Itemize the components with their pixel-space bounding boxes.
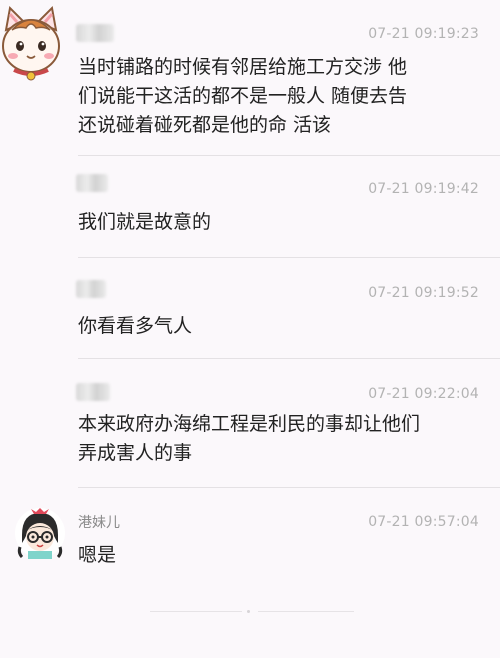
message-text: 嗯是 — [78, 544, 117, 566]
message-timestamp: 07-21 09:22:04 — [368, 386, 479, 402]
sender-name-blurred — [76, 24, 114, 42]
message-item: 07-21 09:22:04 本来政府办海绵工程是利民的事却让他们 弄成害人的事 — [0, 359, 500, 488]
cat-avatar-icon[interactable] — [0, 0, 62, 84]
message-text: 我们就是故意的 — [78, 211, 212, 233]
sender-name: 港妹儿 — [78, 515, 120, 531]
message-text: 你看看多气人 — [78, 315, 193, 337]
message-timestamp: 07-21 09:19:23 — [368, 26, 479, 42]
girl-avatar-icon[interactable] — [14, 507, 66, 559]
message-item: 07-21 09:19:52 你看看多气人 — [0, 258, 500, 359]
message-timestamp: 07-21 09:19:52 — [368, 285, 479, 301]
message-item: 07-21 09:19:23 当时铺路的时候有邻居给施工方交涉 他 们说能干这活… — [0, 0, 500, 156]
message-timestamp: 07-21 09:19:42 — [368, 181, 479, 197]
message-timestamp: 07-21 09:57:04 — [368, 514, 479, 530]
message-text: 本来政府办海绵工程是利民的事却让他们 弄成害人的事 — [78, 413, 421, 464]
message-item: 07-21 09:19:42 我们就是故意的 — [0, 156, 500, 258]
sender-name-blurred — [76, 174, 108, 192]
list-end-line-right — [258, 611, 354, 612]
list-end-dot — [247, 610, 250, 613]
sender-name-blurred — [76, 280, 106, 298]
message-divider — [78, 487, 500, 488]
message-text: 当时铺路的时候有邻居给施工方交涉 他 们说能干这活的都不是一般人 随便去告 还说… — [78, 56, 408, 136]
sender-name-blurred — [76, 383, 110, 401]
list-end-line-left — [150, 611, 242, 612]
